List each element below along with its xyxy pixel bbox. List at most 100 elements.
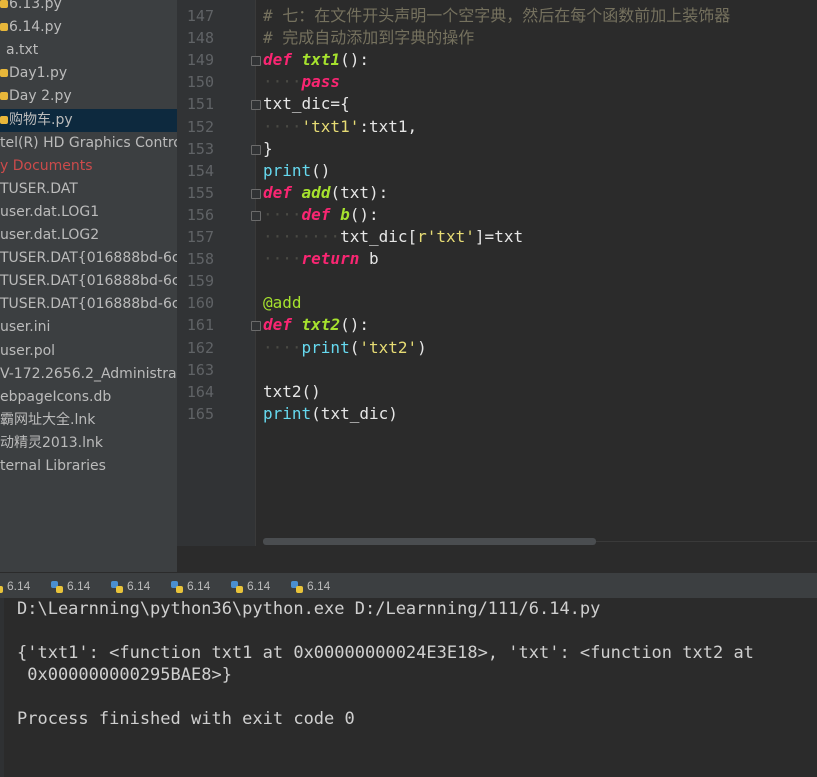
project-tree-item-label: y Documents <box>0 157 93 174</box>
code-token: b <box>340 204 350 224</box>
code-token: (): <box>340 50 369 70</box>
project-tree-item[interactable]: 霸网址大全.lnk <box>0 409 95 432</box>
project-tree-item[interactable]: TUSER.DAT{016888bd-6c6f <box>0 247 177 270</box>
project-tree-item[interactable]: 动精灵2013.lnk <box>0 432 103 455</box>
project-tree-item[interactable]: user.ini <box>0 316 50 339</box>
run-tab-label: 6.14 <box>7 579 31 593</box>
code-token: def <box>263 315 292 335</box>
line-number: 150 <box>186 73 214 92</box>
fold-marker-icon[interactable] <box>251 188 261 199</box>
python-icon <box>111 580 123 593</box>
code-line: ····print('txt2') <box>263 337 427 359</box>
code-token: print <box>301 337 350 357</box>
code-token: ( <box>349 337 360 357</box>
project-tree-item[interactable]: user.dat.LOG1 <box>0 201 99 224</box>
project-tree-item[interactable]: user.pol <box>0 340 55 363</box>
code-token: (): <box>340 315 369 335</box>
python-icon <box>291 580 303 593</box>
code-token: ········ <box>263 227 341 246</box>
code-token: (txt): <box>330 182 389 202</box>
run-tab-label: 6.14 <box>307 579 331 593</box>
code-token: txt_dic[ <box>340 227 418 246</box>
project-tree-item[interactable]: V-172.2656.2_Administrator <box>0 363 177 386</box>
line-number: 157 <box>186 228 214 246</box>
line-number: 155 <box>186 183 214 202</box>
project-tree-item-label: TUSER.DAT{016888bd-6c6f <box>0 250 177 267</box>
code-token: # 七：在文件开头声明一个空字典，然后在每个函数前加上装饰器 <box>263 6 731 25</box>
fold-marker-icon[interactable] <box>251 210 261 221</box>
project-tree-item[interactable]: 6.14.py <box>0 16 62 39</box>
code-token: ···· <box>263 204 302 224</box>
code-line: ····'txt1':txt1, <box>263 116 417 138</box>
project-tree-item[interactable]: 6.13.py <box>0 0 62 16</box>
project-tree-item[interactable]: tel(R) HD Graphics Control <box>0 132 177 155</box>
code-token: add <box>301 182 331 202</box>
project-tree-item-label: user.pol <box>0 342 56 359</box>
code-token: txt_dic={ <box>263 94 350 114</box>
project-tree-item-label: user.dat.LOG1 <box>0 203 100 220</box>
code-token: ]=txt <box>474 227 524 246</box>
line-number: 153 <box>186 139 214 158</box>
run-tab[interactable]: 6.14 <box>111 577 150 595</box>
line-number: 161 <box>186 316 214 335</box>
code-token: def <box>301 204 331 224</box>
code-token: @add <box>263 293 302 313</box>
code-line: ····def b(): <box>263 204 379 226</box>
run-tab[interactable]: 6.14 <box>231 577 270 595</box>
project-tree-item[interactable]: a.txt <box>0 39 38 62</box>
project-tree-item[interactable]: TUSER.DAT{016888bd-6c6f <box>0 293 177 316</box>
fold-marker-icon[interactable] <box>251 100 261 111</box>
code-token: def <box>263 50 292 70</box>
project-tree-item-label: user.dat.LOG2 <box>0 227 100 243</box>
run-tab-label: 6.14 <box>127 579 151 593</box>
fold-marker-icon[interactable] <box>251 56 261 67</box>
code-line: txt_dic={ <box>263 93 350 115</box>
project-tree-item-label: 霸网址大全.lnk <box>0 411 96 428</box>
project-tree-item-label: user.ini <box>0 319 51 336</box>
fold-marker-icon[interactable] <box>251 321 261 332</box>
console-output-line: 0x000000000295BAE8>} <box>17 665 232 685</box>
console-output-line: {'txt1': <function txt1 at 0x00000000024… <box>17 643 754 663</box>
line-number-gutter: 147 148 149 150 151 152 153 154 155 156 157 158 159 1… <box>177 0 255 546</box>
run-tab[interactable]: 6.14 <box>171 577 210 595</box>
project-tree-item[interactable]: Day 2.py <box>0 85 72 108</box>
code-line: } <box>263 138 273 160</box>
line-number: 163 <box>186 360 214 379</box>
run-console[interactable]: D:\Learnning\python36\python.exe D:/Lear… <box>0 598 817 777</box>
run-tab[interactable]: 6.14 <box>0 577 30 595</box>
code-token: b <box>359 249 379 269</box>
project-tree-item[interactable]: TUSER.DAT <box>0 178 78 201</box>
code-editor[interactable]: 147 148 149 150 151 152 153 154 155 156 157 158 159 1… <box>177 0 817 546</box>
python-file-icon <box>0 0 8 8</box>
code-token: return <box>301 249 360 269</box>
run-tab[interactable]: 6.14 <box>291 577 330 595</box>
project-tree-item[interactable]: y Documents <box>0 155 93 178</box>
project-tree-item[interactable]: Day1.py <box>0 62 67 85</box>
project-tree[interactable]: 6.13.py 6.14.py a.txt Day1.py Day 2.py 购物车.py… <box>0 0 177 546</box>
project-tree-item[interactable]: user.dat.LOG2 <box>0 224 99 247</box>
code-line: print() <box>263 160 330 182</box>
fold-marker-icon[interactable] <box>251 144 261 155</box>
project-tree-item[interactable]: 购物车.py <box>0 108 177 132</box>
horizontal-scrollbar[interactable] <box>263 538 596 545</box>
project-tree-item[interactable]: ternal Libraries <box>0 455 106 478</box>
line-number: 156 <box>186 205 214 224</box>
line-number: 158 <box>186 250 214 269</box>
code-token: } <box>263 138 273 158</box>
code-token: def <box>263 182 292 202</box>
code-line: @add <box>263 292 302 314</box>
project-tree-item-label: 6.13.py <box>9 0 62 12</box>
project-tree-item-label: ternal Libraries <box>0 458 106 474</box>
code-line: ····return b <box>263 248 379 270</box>
code-token: (txt_dic) <box>311 403 398 423</box>
code-token: txt2 <box>301 315 341 335</box>
project-tree-item[interactable]: ebpageIcons.db <box>0 386 111 409</box>
code-token: print <box>263 160 312 180</box>
run-tab[interactable]: 6.14 <box>51 577 90 595</box>
run-tab-label: 6.14 <box>67 579 91 593</box>
code-token: ···· <box>263 249 302 269</box>
console-output-line: Process finished with exit code 0 <box>17 709 355 729</box>
code-token: ) <box>417 337 427 357</box>
project-tree-item[interactable]: TUSER.DAT{016888bd-6c6f <box>0 270 177 293</box>
